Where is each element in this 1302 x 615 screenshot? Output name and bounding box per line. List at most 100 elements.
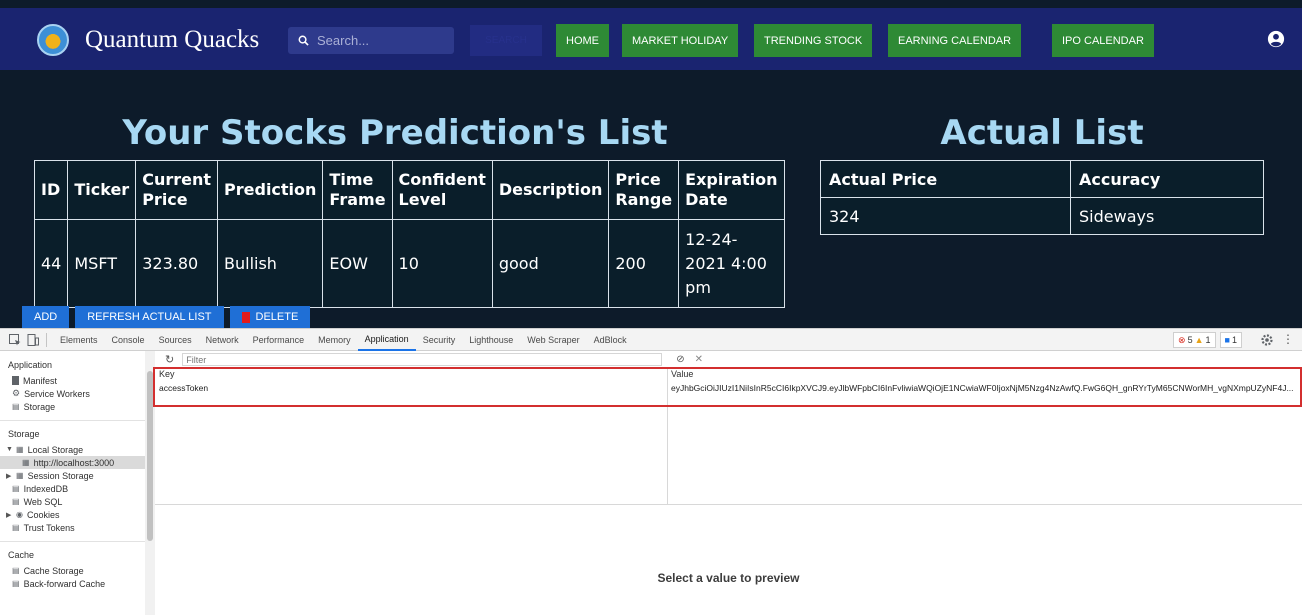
cell-expiration-date: 12-24-2021 4:00 pm [678, 219, 785, 308]
entry-key[interactable]: accessToken [155, 383, 667, 396]
tab-lighthouse[interactable]: Lighthouse [462, 329, 520, 351]
error-icon: ⊗ [1178, 334, 1186, 345]
expand-right-icon[interactable]: ▶ [6, 472, 12, 480]
sidebar-item-label: Session Storage [27, 470, 94, 481]
prediction-header-row: ID Ticker Current Price Prediction Time … [33, 160, 785, 220]
database-icon: ▤ [12, 497, 20, 506]
message-count: 1 [1231, 335, 1237, 345]
value-column-header[interactable]: Value [667, 369, 1302, 383]
value-preview-placeholder: Select a value to preview [657, 571, 800, 585]
column-header: Accuracy [1070, 160, 1264, 198]
sidebar-item-local-storage[interactable]: ▼ ▦ Local Storage [0, 443, 145, 456]
refresh-actual-list-button[interactable]: REFRESH ACTUAL LIST [75, 306, 224, 328]
tab-application[interactable]: Application [357, 329, 416, 351]
sidebar-item-localhost-origin[interactable]: ▦ http://localhost:3000 [0, 456, 145, 469]
table-row[interactable]: accessToken eyJhbGciOiJIUzI1NiIsInR5cCI6… [155, 383, 1302, 396]
delete-selected-icon[interactable]: ✕ [695, 354, 703, 365]
sidebar-item-trust-tokens[interactable]: ▤ Trust Tokens [0, 521, 145, 534]
database-icon: ▤ [12, 523, 20, 532]
cell-actual-price: 324 [820, 197, 1071, 235]
expand-down-icon[interactable]: ▼ [6, 446, 13, 453]
search-input[interactable] [317, 33, 437, 48]
console-counts-badge[interactable]: ⊗ 5 ▲ 1 [1173, 332, 1216, 348]
table-row[interactable]: 44 MSFT 323.80 Bullish EOW 10 good 200 1… [33, 219, 785, 308]
gear-icon[interactable] [1260, 333, 1274, 347]
sidebar-item-indexeddb[interactable]: ▤ IndexedDB [0, 482, 145, 495]
cell-price-range: 200 [608, 219, 680, 308]
column-header: Expiration Date [678, 160, 785, 220]
tab-performance[interactable]: Performance [246, 329, 312, 351]
sidebar-item-service-workers[interactable]: ⚙ Service Workers [0, 387, 145, 400]
search-box[interactable] [288, 27, 454, 54]
scrollbar-thumb[interactable] [147, 371, 153, 541]
issue-badges: ⊗ 5 ▲ 1 ■ 1 [1173, 332, 1242, 348]
cell-ticker: MSFT [67, 219, 137, 308]
nav-home-button[interactable]: HOME [556, 24, 609, 57]
brand[interactable]: Quantum Quacks [37, 24, 259, 56]
more-options-icon[interactable]: ⋮ [1282, 332, 1294, 346]
cell-id: 44 [33, 219, 69, 308]
local-storage-panel: ↻ ⊘ ✕ Key Value accessToken eyJhbGciOiJI… [155, 351, 1302, 615]
tab-sources[interactable]: Sources [152, 329, 199, 351]
tab-adblock[interactable]: AdBlock [587, 329, 634, 351]
document-icon [12, 376, 19, 385]
sidebar-item-label: Local Storage [27, 444, 84, 455]
devtools-toolbar: Elements Console Sources Network Perform… [0, 329, 1302, 351]
sidebar-item-label: Service Workers [24, 388, 90, 399]
entry-value[interactable]: eyJhbGciOiJIUzI1NiIsInR5cCI6IkpXVCJ9.eyJ… [667, 383, 1302, 396]
key-column-header[interactable]: Key [155, 369, 667, 383]
sidebar-divider [0, 413, 145, 421]
sidebar-item-label: Cookies [26, 509, 60, 520]
nav-trending-stock-button[interactable]: TRENDING STOCK [754, 24, 873, 57]
delete-button[interactable]: DELETE [229, 306, 311, 328]
sidebar-item-storage[interactable]: ▤ Storage [0, 400, 145, 413]
warning-count: 1 [1205, 335, 1211, 345]
column-header: Time Frame [322, 160, 393, 220]
column-header: Prediction [217, 160, 324, 220]
brand-name: Quantum Quacks [85, 26, 260, 53]
nav-market-holiday-button[interactable]: MARKET HOLIDAY [622, 24, 739, 57]
tab-elements[interactable]: Elements [53, 329, 105, 351]
cell-prediction: Bullish [217, 219, 324, 308]
grid-icon: ▦ [22, 458, 30, 467]
clear-all-icon[interactable]: ⊘ [676, 354, 684, 365]
error-count: 5 [1187, 335, 1193, 345]
tab-network[interactable]: Network [199, 329, 246, 351]
tab-web-scraper[interactable]: Web Scraper [520, 329, 586, 351]
issues-badge[interactable]: ■ 1 [1219, 332, 1242, 348]
sidebar-item-web-sql[interactable]: ▤ Web SQL [0, 495, 145, 508]
cookie-icon: ◉ [16, 510, 23, 519]
filter-input[interactable] [182, 353, 663, 366]
table-row[interactable]: 324 Sideways [820, 197, 1264, 235]
duck-logo-icon [37, 24, 69, 56]
device-toolbar-icon[interactable] [26, 333, 40, 347]
nav-ipo-calendar-button[interactable]: IPO CALENDAR [1052, 24, 1154, 57]
sidebar-item-back-forward-cache[interactable]: ▤ Back-forward Cache [0, 577, 145, 590]
tab-console[interactable]: Console [105, 329, 152, 351]
nav-earning-calendar-button[interactable]: EARNING CALENDAR [888, 24, 1022, 57]
column-header: Price Range [608, 160, 680, 220]
search-button[interactable]: SEARCH [470, 25, 542, 56]
column-header: ID [33, 160, 69, 220]
sidebar-item-label: Back-forward Cache [23, 578, 106, 589]
sidebar-item-cache-storage[interactable]: ▤ Cache Storage [0, 564, 145, 577]
tab-memory[interactable]: Memory [311, 329, 358, 351]
sidebar-item-session-storage[interactable]: ▶ ▦ Session Storage [0, 469, 145, 482]
warning-icon: ▲ [1194, 335, 1204, 345]
sidebar-scrollbar[interactable] [145, 351, 155, 615]
sidebar-item-manifest[interactable]: Manifest [0, 374, 145, 387]
tab-security[interactable]: Security [416, 329, 463, 351]
refresh-icon[interactable]: ↻ [165, 353, 174, 366]
user-account-icon[interactable] [1267, 30, 1285, 48]
sidebar-item-label: Manifest [23, 375, 58, 386]
app-page: Quantum Quacks SEARCH HOME MARKET HOLIDA… [0, 0, 1302, 328]
prediction-table: ID Ticker Current Price Prediction Time … [33, 160, 785, 308]
devtools-sidebar: Application Manifest ⚙ Service Workers ▤… [0, 351, 145, 615]
sidebar-header-cache: Cache [8, 550, 35, 560]
add-button[interactable]: ADD [22, 306, 70, 328]
sidebar-item-label: Cache Storage [23, 565, 84, 576]
sidebar-header-storage: Storage [8, 429, 40, 439]
inspect-element-icon[interactable] [8, 333, 22, 347]
expand-right-icon[interactable]: ▶ [6, 511, 12, 519]
sidebar-item-cookies[interactable]: ▶ ◉ Cookies [0, 508, 145, 521]
